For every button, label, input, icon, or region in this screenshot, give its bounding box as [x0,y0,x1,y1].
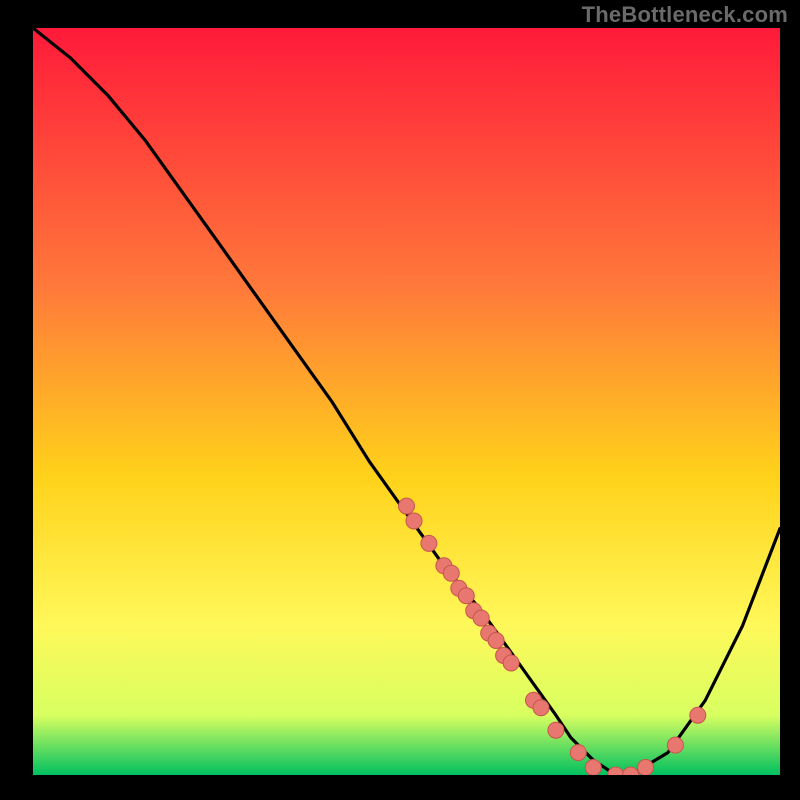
data-point [421,535,437,551]
watermark-text: TheBottleneck.com [582,2,788,28]
data-point [443,565,459,581]
data-point [690,707,706,723]
data-point [406,513,422,529]
data-point [570,745,586,761]
data-point [458,588,474,604]
data-point [638,760,654,776]
data-point [585,760,601,776]
data-point [503,655,519,671]
data-point [533,700,549,716]
figure-frame: TheBottleneck.com [0,0,800,800]
data-point [473,610,489,626]
data-point [667,737,683,753]
data-point [488,633,504,649]
data-point [548,722,564,738]
chart-svg [33,28,780,775]
data-point [399,498,415,514]
plot-area [33,28,780,775]
